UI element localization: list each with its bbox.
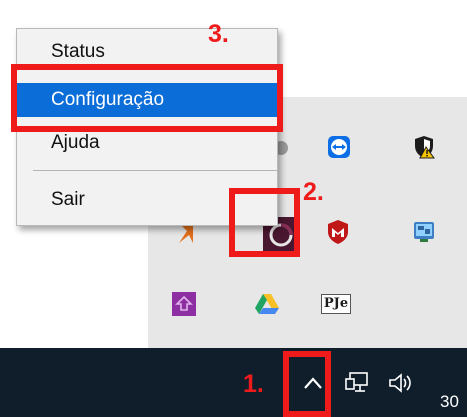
purple-app-icon[interactable] bbox=[171, 291, 197, 317]
teamviewer-icon[interactable] bbox=[326, 134, 352, 160]
network-icon[interactable] bbox=[342, 368, 372, 398]
network-monitor-icon[interactable] bbox=[411, 219, 437, 245]
google-drive-icon[interactable] bbox=[254, 291, 280, 317]
annotation-label-2: 2. bbox=[303, 178, 324, 206]
menu-separator bbox=[33, 170, 277, 171]
annotation-label-1: 1. bbox=[243, 370, 264, 398]
pje-label: PJe bbox=[320, 294, 352, 314]
pje-icon[interactable]: PJe bbox=[320, 291, 352, 317]
volume-icon[interactable] bbox=[385, 368, 417, 398]
annotation-box-show-hidden bbox=[283, 351, 331, 417]
annotation-label-3: 3. bbox=[208, 20, 229, 48]
annotation-box-configuracao bbox=[11, 64, 283, 132]
annotation-box-tray-app bbox=[229, 188, 300, 257]
windows-security-icon[interactable] bbox=[411, 134, 437, 160]
taskbar-clock[interactable]: 30 bbox=[440, 392, 459, 412]
mcafee-icon[interactable] bbox=[325, 219, 351, 245]
taskbar bbox=[0, 348, 467, 417]
